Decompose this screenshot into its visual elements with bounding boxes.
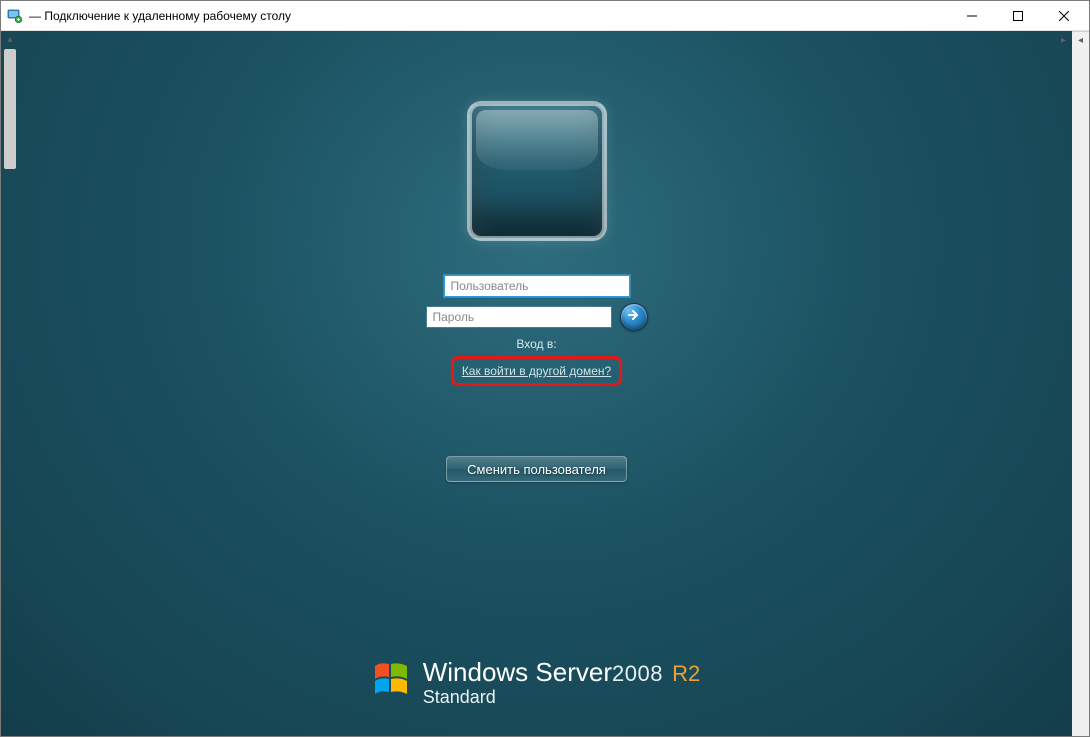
scroll-up-icon[interactable]: ▴ bbox=[2, 31, 18, 48]
brand-year: 2008 bbox=[612, 661, 663, 686]
brand-product: Windows Server bbox=[423, 657, 612, 687]
minimize-button[interactable] bbox=[949, 1, 995, 30]
user-avatar-placeholder bbox=[467, 101, 607, 241]
brand-product-line: Windows Server2008 R2 bbox=[423, 659, 701, 685]
switch-user-button[interactable]: Сменить пользователя bbox=[446, 456, 627, 482]
os-branding: Windows Server2008 R2 Standard bbox=[1, 659, 1072, 708]
scroll-thumb-v[interactable] bbox=[4, 49, 16, 169]
client-area: Вход в: Как войти в другой домен? Сменит… bbox=[1, 31, 1089, 736]
window-controls bbox=[949, 1, 1087, 30]
domain-label: Вход в: bbox=[516, 337, 556, 351]
brand-release: R2 bbox=[672, 661, 700, 686]
brand-edition: Standard bbox=[423, 687, 701, 708]
titlebar: — Подключение к удаленному рабочему стол… bbox=[1, 1, 1089, 31]
username-row bbox=[444, 275, 630, 297]
windows-logo-icon bbox=[373, 659, 413, 699]
remote-desktop-viewport: Вход в: Как войти в другой домен? Сменит… bbox=[1, 31, 1072, 736]
other-domain-link[interactable]: Как войти в другой домен? bbox=[462, 364, 611, 378]
maximize-button[interactable] bbox=[995, 1, 1041, 30]
arrow-right-icon bbox=[627, 308, 641, 327]
username-input[interactable] bbox=[444, 275, 630, 297]
password-row bbox=[426, 303, 648, 331]
domain-link-highlight: Как войти в другой домен? bbox=[451, 356, 622, 386]
window-title: — Подключение к удаленному рабочему стол… bbox=[29, 9, 291, 23]
bottom-bar: ◂ ▸ bbox=[1072, 31, 1089, 48]
scroll-right-icon[interactable]: ▸ bbox=[1055, 32, 1072, 48]
scroll-left-icon[interactable]: ◂ bbox=[1072, 32, 1089, 48]
password-input[interactable] bbox=[426, 306, 612, 328]
submit-login-button[interactable] bbox=[620, 303, 648, 331]
rdp-app-icon bbox=[7, 8, 23, 24]
close-button[interactable] bbox=[1041, 1, 1087, 30]
login-screen: Вход в: Как войти в другой домен? Сменит… bbox=[1, 31, 1072, 736]
rdp-window: — Подключение к удаленному рабочему стол… bbox=[0, 0, 1090, 737]
